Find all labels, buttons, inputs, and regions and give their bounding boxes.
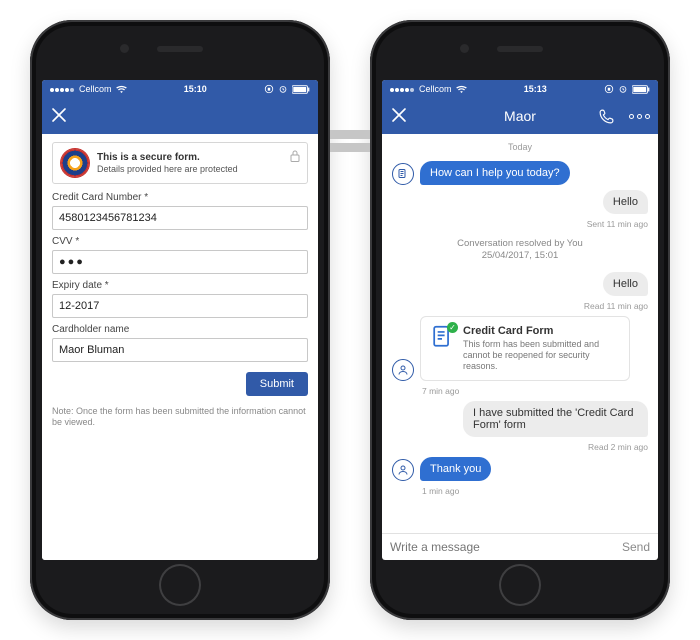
agent-avatar-icon	[392, 459, 414, 481]
decorative-separator	[330, 130, 370, 154]
user-message: Hello	[603, 272, 648, 296]
close-icon[interactable]	[50, 106, 70, 126]
alarm-icon	[278, 84, 288, 94]
message-row-card: ✓ Credit Card Form This form has been su…	[392, 316, 648, 382]
signal-dots-icon	[390, 84, 415, 94]
rotation-lock-icon	[604, 84, 614, 94]
message-composer: Send	[382, 533, 658, 560]
rotation-lock-icon	[264, 84, 274, 94]
cardholder-input[interactable]: Maor Bluman	[52, 338, 308, 362]
cardholder-label: Cardholder name	[52, 324, 308, 335]
secure-banner: This is a secure form. Details provided …	[52, 142, 308, 184]
agent-avatar-icon	[392, 163, 414, 185]
check-icon: ✓	[447, 322, 458, 333]
wifi-icon	[116, 85, 127, 93]
alarm-icon	[618, 84, 628, 94]
call-icon[interactable]	[598, 108, 615, 125]
message-meta: Sent 11 min ago	[392, 219, 648, 229]
agent-message: Thank you	[420, 457, 491, 481]
nav-bar: Maor	[382, 98, 658, 134]
nav-bar	[42, 98, 318, 134]
expiry-label: Expiry date *	[52, 280, 308, 291]
secure-title: This is a secure form.	[97, 152, 238, 163]
message-meta: 1 min ago	[422, 486, 648, 496]
form-area: This is a secure form. Details provided …	[42, 134, 318, 560]
cvv-label: CVV *	[52, 236, 308, 247]
message-meta: Read 11 min ago	[392, 301, 648, 311]
security-badge-icon	[61, 149, 89, 177]
user-message: I have submitted the 'Credit Card Form' …	[463, 401, 648, 437]
screen: Cellcom 15:10	[42, 80, 318, 560]
form-icon: ✓	[429, 325, 455, 373]
message-input[interactable]	[390, 540, 614, 554]
close-icon[interactable]	[390, 106, 410, 126]
agent-message: How can I help you today?	[420, 161, 570, 185]
cvv-input[interactable]: ●●●	[52, 250, 308, 274]
clock: 15:13	[467, 84, 604, 94]
more-menu-icon[interactable]	[629, 114, 650, 119]
home-button[interactable]	[159, 564, 201, 606]
clock: 15:10	[127, 84, 264, 94]
form-note: Note: Once the form has been submitted t…	[52, 406, 308, 429]
message-row-agent: How can I help you today?	[392, 161, 648, 185]
agent-avatar-icon	[392, 359, 414, 381]
message-row-agent: Thank you	[392, 457, 648, 481]
wifi-icon	[456, 85, 467, 93]
message-row-user: I have submitted the 'Credit Card Form' …	[392, 401, 648, 437]
card-body-text: This form has been submitted and cannot …	[463, 339, 621, 373]
day-separator: Today	[392, 142, 648, 152]
secure-subtitle: Details provided here are protected	[97, 164, 238, 174]
card-title: Credit Card Form	[463, 325, 621, 337]
chat-scroll[interactable]: Today How can I help you today? Hello Se…	[382, 134, 658, 533]
carrier-label: Cellcom	[79, 84, 112, 94]
submit-button[interactable]: Submit	[246, 372, 308, 396]
cc-label: Credit Card Number *	[52, 192, 308, 203]
carrier-label: Cellcom	[419, 84, 452, 94]
expiry-input[interactable]: 12-2017	[52, 294, 308, 318]
message-meta: 7 min ago	[422, 386, 648, 396]
form-card[interactable]: ✓ Credit Card Form This form has been su…	[420, 316, 630, 382]
cc-input[interactable]: 4580123456781234	[52, 206, 308, 230]
status-bar: Cellcom 15:13	[382, 80, 658, 98]
user-message: Hello	[603, 190, 648, 214]
status-bar: Cellcom 15:10	[42, 80, 318, 98]
battery-icon	[292, 85, 310, 94]
message-row-user: Hello	[392, 190, 648, 214]
home-button[interactable]	[499, 564, 541, 606]
phone-secure-form: Cellcom 15:10	[30, 20, 330, 620]
lock-icon	[289, 149, 301, 166]
battery-icon	[632, 85, 650, 94]
system-message: Conversation resolved by You 25/04/2017,…	[392, 238, 648, 263]
screen: Cellcom 15:13 Maor	[382, 80, 658, 560]
message-row-user: Hello	[392, 272, 648, 296]
message-meta: Read 2 min ago	[392, 442, 648, 452]
send-button[interactable]: Send	[622, 540, 650, 554]
signal-dots-icon	[50, 84, 75, 94]
phone-chat: Cellcom 15:13 Maor	[370, 20, 670, 620]
